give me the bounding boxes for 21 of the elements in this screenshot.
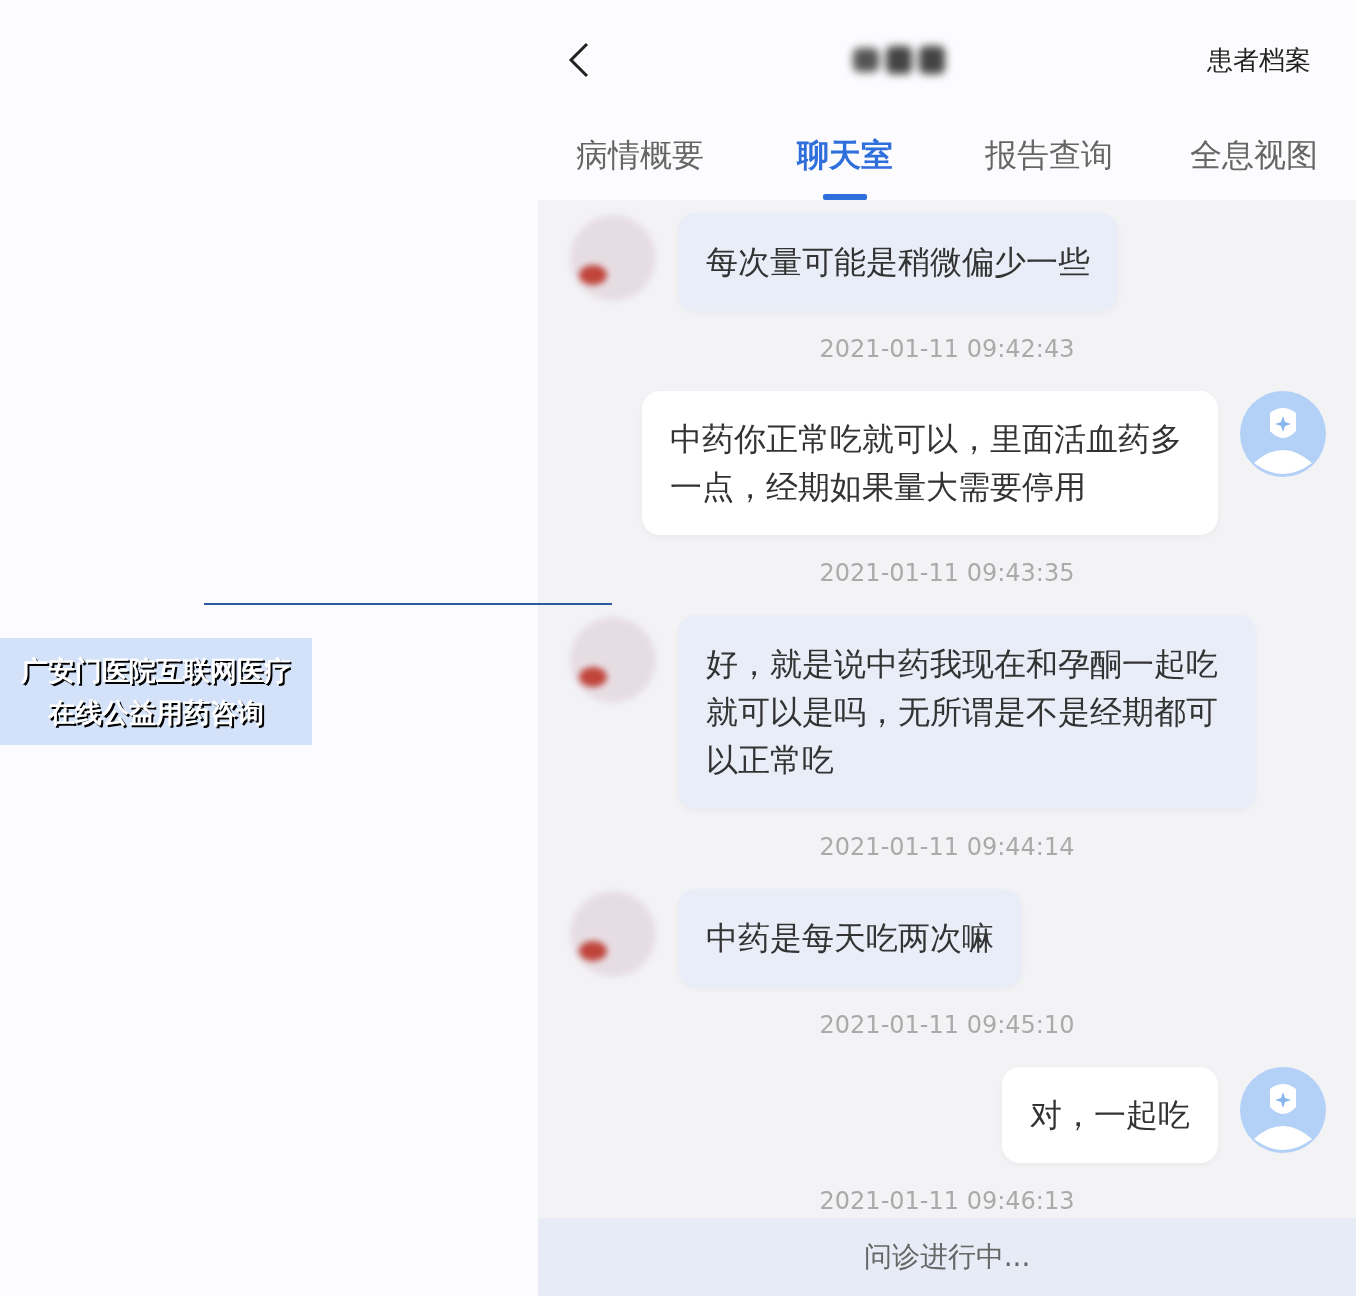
patient-message-bubble: 好，就是说中药我现在和孕酮一起吃就可以是吗，无所谓是不是经期都可以正常吃: [678, 615, 1256, 809]
back-icon[interactable]: [568, 42, 590, 78]
patient-message-bubble: 每次量可能是稍微偏少一些: [678, 213, 1118, 311]
caption-text: 广安门医院互联网医疗: [21, 653, 291, 688]
tab[interactable]: 全息视图: [1151, 120, 1356, 200]
patient-message-bubble: 中药是每天吃两次嘛: [678, 889, 1022, 987]
doctor-message-bubble: 中药你正常吃就可以，里面活血药多一点，经期如果量大需要停用: [642, 391, 1218, 535]
message-timestamp: 2021-01-11 09:43:35: [819, 558, 1075, 588]
patient-records-link[interactable]: 患者档案: [1207, 40, 1311, 80]
doctor-avatar-icon: [1240, 391, 1326, 477]
tab[interactable]: 病情概要: [538, 120, 743, 200]
message-timestamp: 2021-01-11 09:46:13: [819, 1186, 1075, 1216]
caption-text: 在线公益用药咨询: [48, 695, 264, 730]
tab[interactable]: 报告查询: [947, 120, 1152, 200]
doctor-message-bubble: 对，一起吃: [1002, 1067, 1218, 1163]
doctor-avatar-icon: [1240, 1067, 1326, 1153]
message-timestamp: 2021-01-11 09:44:14: [819, 832, 1075, 862]
consultation-status: 问诊进行中...: [863, 1239, 1031, 1275]
message-timestamp: 2021-01-11 09:42:43: [819, 334, 1075, 364]
message-timestamp: 2021-01-11 09:45:10: [819, 1010, 1075, 1040]
tab[interactable]: 聊天室: [742, 120, 947, 200]
